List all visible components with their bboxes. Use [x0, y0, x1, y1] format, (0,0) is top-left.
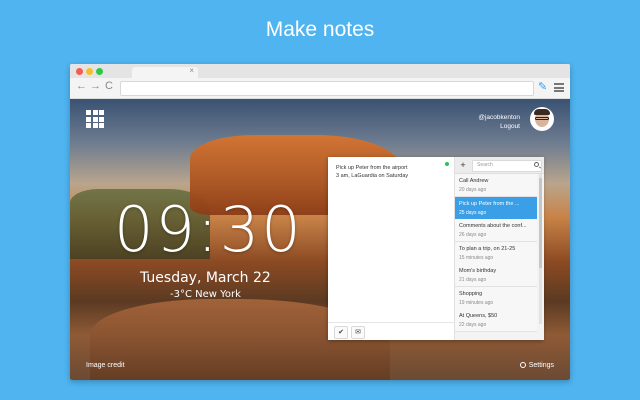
search-input[interactable]: Search	[472, 160, 542, 172]
note-title: Call Andrew	[459, 178, 489, 184]
note-title: Shopping	[459, 290, 483, 297]
menu-icon[interactable]	[554, 83, 564, 92]
user-info: @jacobkenton Logout	[478, 113, 520, 131]
apps-grid-icon[interactable]	[86, 110, 104, 128]
clock: 09:30	[114, 193, 303, 266]
scrollbar-thumb[interactable]	[539, 178, 542, 268]
minimize-window-button[interactable]	[86, 68, 93, 75]
note-date: 15 minutes ago	[459, 254, 494, 261]
note-title: Comments about the conf...	[459, 223, 527, 229]
note-list-item[interactable]: Comments about the conf... 26 days ago	[455, 219, 537, 242]
browser-tab[interactable]: ×	[132, 66, 198, 78]
maximize-window-button[interactable]	[96, 68, 103, 75]
settings-link[interactable]: Settings	[519, 362, 554, 369]
logout-link[interactable]: Logout	[478, 122, 520, 131]
close-window-button[interactable]	[76, 68, 83, 75]
notes-scrollbar[interactable]	[539, 174, 542, 324]
search-placeholder: Search	[477, 162, 493, 168]
note-date: 19 minutes ago	[459, 299, 494, 306]
note-title: Mom's birthday	[459, 268, 497, 274]
note-list-item[interactable]: At Queens, $50 22 days ago	[455, 309, 537, 332]
settings-label: Settings	[528, 362, 554, 369]
editor-footer: ✔ ✉	[328, 322, 454, 341]
pencil-extension-icon[interactable]: ✎	[538, 80, 550, 94]
add-note-button[interactable]: +	[458, 160, 468, 170]
note-title: Pick up Peter from the ...	[459, 200, 520, 207]
note-list-item[interactable]: Pick up Peter from the ... 25 days ago	[455, 196, 537, 220]
date-label: Tuesday, March 22	[140, 270, 271, 286]
tab-close-icon[interactable]: ×	[189, 66, 194, 75]
page-headline: Make notes	[265, 18, 375, 41]
gear-icon	[519, 362, 526, 368]
note-title: At Queens, $50	[459, 313, 498, 319]
image-credit-link[interactable]: Image credit	[86, 362, 125, 369]
note-list-item[interactable]: To plan a trip, on 21-25 15 minutes ago	[455, 241, 537, 265]
note-list-item[interactable]: Shopping 19 minutes ago	[455, 286, 537, 310]
note-editor[interactable]: Pick up Peter from the airport 3 am, LaG…	[328, 157, 454, 340]
address-bar[interactable]	[120, 81, 534, 96]
user-handle: @jacobkenton	[478, 114, 520, 121]
browser-toolbar: ← → C ✎	[70, 78, 570, 99]
note-date: 26 days ago	[459, 232, 487, 238]
note-date: 22 days ago	[459, 322, 487, 328]
done-button[interactable]: ✔	[334, 326, 348, 339]
email-note-button[interactable]: ✉	[351, 326, 365, 339]
back-arrow-icon[interactable]: ←	[76, 80, 87, 92]
note-title: To plan a trip, on 21-25	[459, 245, 516, 252]
search-icon[interactable]	[534, 162, 539, 167]
browser-window: × ← → C ✎ @jacobkenton Logout 09:30 Tues…	[70, 64, 570, 380]
note-editor-text[interactable]: Pick up Peter from the airport 3 am, LaG…	[336, 165, 446, 180]
notes-panel: Pick up Peter from the airport 3 am, LaG…	[328, 157, 544, 340]
note-date: 20 days ago	[459, 187, 487, 193]
notes-list-pane: + Search Call Andrew 20 days ago Pick up P…	[454, 157, 544, 340]
new-tab-page: @jacobkenton Logout 09:30 Tuesday, March…	[70, 99, 570, 380]
avatar[interactable]	[530, 107, 554, 131]
saved-status-icon	[445, 162, 449, 166]
reload-icon[interactable]: C	[105, 80, 113, 92]
weather-label: -3°C New York	[170, 289, 241, 300]
forward-arrow-icon[interactable]: →	[90, 80, 101, 92]
tab-bar: ×	[70, 64, 570, 78]
note-list-item[interactable]: Mom's birthday 21 days ago	[455, 264, 537, 287]
note-date: 21 days ago	[459, 277, 487, 283]
notes-list-header: + Search	[455, 157, 544, 174]
note-date: 25 days ago	[459, 209, 487, 216]
note-list-item[interactable]: Call Andrew 20 days ago	[455, 174, 537, 197]
